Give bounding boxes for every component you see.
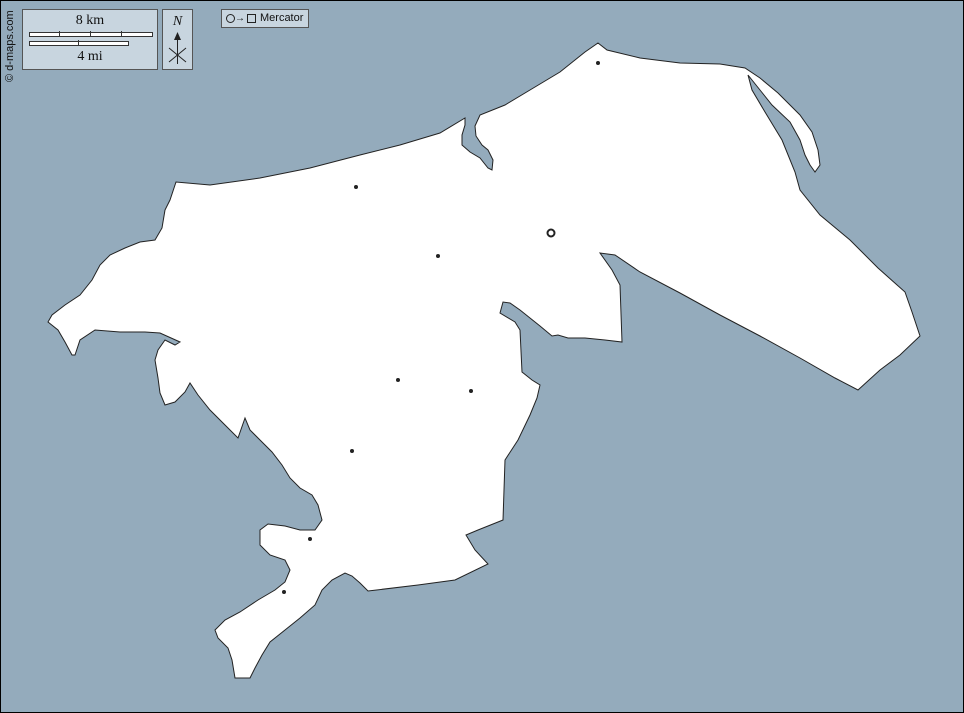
compass-icon bbox=[168, 32, 187, 64]
arrow-right-icon: → bbox=[235, 13, 245, 24]
scale-tick bbox=[90, 31, 91, 36]
city-marker bbox=[308, 537, 312, 541]
city-marker bbox=[436, 254, 440, 258]
scale-km-label: 8 km bbox=[75, 13, 105, 28]
scale-tick bbox=[59, 31, 60, 36]
city-marker bbox=[354, 185, 358, 189]
city-marker bbox=[282, 590, 286, 594]
scale-km-bar bbox=[29, 32, 153, 37]
north-arrow-panel: N bbox=[162, 9, 193, 70]
scale-tick bbox=[121, 31, 122, 36]
projection-panel: → Mercator bbox=[221, 9, 309, 28]
city-marker bbox=[469, 389, 473, 393]
city-marker bbox=[350, 449, 354, 453]
circle-icon bbox=[226, 14, 235, 23]
capital-marker bbox=[546, 228, 556, 238]
square-icon bbox=[247, 14, 256, 23]
scale-mi-label: 4 mi bbox=[77, 49, 103, 64]
map-canvas bbox=[0, 0, 964, 713]
projection-label: Mercator bbox=[260, 12, 304, 24]
scale-mi-bar bbox=[29, 41, 129, 46]
city-marker bbox=[396, 378, 400, 382]
scale-bar-panel: 8 km 4 mi bbox=[22, 9, 158, 70]
scale-tick bbox=[78, 40, 79, 45]
city-marker bbox=[596, 61, 600, 65]
